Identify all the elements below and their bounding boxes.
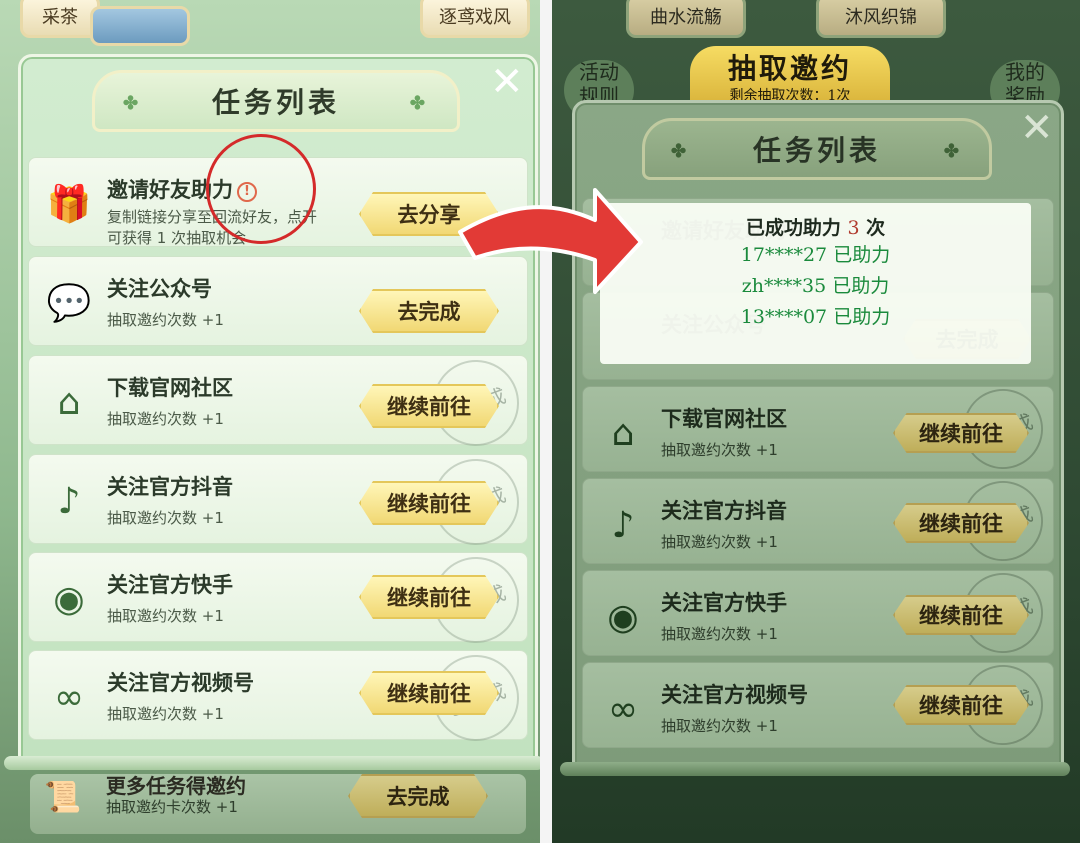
clover-icon: ✤ bbox=[409, 93, 429, 114]
header-card-label: 逐鸢戏风 bbox=[439, 7, 511, 28]
task-title: 关注官方抖音 bbox=[661, 499, 787, 523]
highlight-circle bbox=[206, 134, 316, 244]
task-desc: 抽取邀约次数 +1 bbox=[107, 311, 224, 329]
task-row: ◉ 关注官方快手 抽取邀约次数 +1 已完成 继续前往 bbox=[582, 561, 1055, 665]
popup-count: 3 bbox=[847, 217, 860, 239]
task-desc: 抽取邀约次数 +1 bbox=[661, 441, 778, 459]
header-card[interactable]: 逐鸢戏风 bbox=[420, 0, 530, 38]
header-card-label: 沐风织锦 bbox=[845, 7, 917, 28]
task-row: ∞ 关注官方视频号 抽取邀约次数 +1 已完成 继续前往 bbox=[28, 642, 532, 754]
task-row: ♪ 关注官方抖音 抽取邀约次数 +1 已完成 继续前往 bbox=[582, 469, 1055, 573]
task-title: 关注公众号 bbox=[107, 277, 212, 301]
task-desc: 抽取邀约次数 +1 bbox=[107, 509, 224, 527]
header-card-label: 采茶 bbox=[42, 7, 78, 28]
scroll-icon: 📜 bbox=[44, 780, 82, 815]
continue-button[interactable]: 继续前往 bbox=[359, 384, 499, 428]
task-desc: 抽取邀约次数 +1 bbox=[107, 705, 224, 723]
draw-title: 抽取邀约 bbox=[727, 52, 852, 85]
panel-bottom-rail bbox=[560, 762, 1070, 776]
video-channel-icon: ∞ bbox=[608, 688, 638, 730]
kuaishou-icon: ◉ bbox=[53, 578, 85, 620]
header-card[interactable]: 沐风织锦 bbox=[816, 0, 946, 38]
helper-entry: zh****35 已助力 bbox=[741, 275, 890, 297]
clover-icon: ✤ bbox=[943, 141, 963, 162]
helper-entry: 13****07 已助力 bbox=[740, 306, 891, 328]
home-icon: ⌂ bbox=[57, 381, 81, 423]
task-title: 下载官网社区 bbox=[661, 407, 787, 431]
panel-bottom-rail bbox=[4, 756, 540, 770]
continue-button[interactable]: 继续前往 bbox=[893, 503, 1029, 543]
task-row: 💬 关注公众号 抽取邀约次数 +1 去完成 bbox=[28, 256, 528, 346]
continue-button[interactable]: 继续前往 bbox=[359, 575, 499, 619]
left-screenshot: 采茶 逐鸢戏风 ✤ 任务列表 ✤ ✕ 🎁 邀请好友助力! 复制链接分享至回流好友… bbox=[0, 0, 540, 843]
task-title: 关注官方快手 bbox=[107, 573, 233, 597]
task-desc: 抽取邀约次数 +1 bbox=[661, 533, 778, 551]
clover-icon: ✤ bbox=[123, 93, 143, 114]
panel-title: 任务列表 bbox=[752, 134, 881, 167]
task-desc: 抽取邀约次数 +1 bbox=[661, 625, 778, 643]
task-row: ◉ 关注官方快手 抽取邀约次数 +1 已完成 继续前往 bbox=[28, 544, 532, 656]
panel-title-tab: ✤ 任务列表 ✤ bbox=[92, 70, 460, 132]
continue-button[interactable]: 继续前往 bbox=[893, 413, 1029, 453]
header-card[interactable]: 采茶 bbox=[20, 0, 100, 38]
complete-button[interactable]: 去完成 bbox=[348, 774, 488, 818]
panel-title-tab: ✤ 任务列表 ✤ bbox=[642, 118, 992, 180]
task-title: 下载官网社区 bbox=[107, 376, 233, 400]
task-title: 关注官方抖音 bbox=[107, 475, 233, 499]
help-success-popup: 已成功助力 3 次 17****27 已助力 zh****35 已助力 13**… bbox=[600, 203, 1031, 364]
continue-button[interactable]: 继续前往 bbox=[359, 671, 499, 715]
task-desc: 抽取邀约次数 +1 bbox=[661, 717, 778, 735]
bottom-task-row: 📜 更多任务得邀约 抽取邀约卡次数 +1 去完成 bbox=[30, 774, 526, 834]
task-row: ∞ 关注官方视频号 抽取邀约次数 +1 已完成 继续前往 bbox=[582, 653, 1055, 757]
home-icon: ⌂ bbox=[611, 412, 635, 454]
header-card-image[interactable] bbox=[90, 6, 190, 46]
task-row: ⌂ 下载官网社区 抽取邀约次数 +1 已完成 继续前往 bbox=[28, 347, 532, 459]
task-title: 关注官方视频号 bbox=[661, 683, 808, 707]
wechat-icon: 💬 bbox=[46, 283, 92, 324]
task-desc: 抽取邀约次数 +1 bbox=[107, 410, 224, 428]
video-channel-icon: ∞ bbox=[54, 676, 84, 718]
popup-title-suffix: 次 bbox=[866, 217, 886, 239]
kuaishou-icon: ◉ bbox=[607, 596, 639, 638]
arrow-icon bbox=[458, 188, 643, 294]
continue-button[interactable]: 继续前往 bbox=[893, 595, 1029, 635]
task-desc: 抽取邀约次数 +1 bbox=[107, 607, 224, 625]
popup-title-prefix: 已成功助力 bbox=[745, 217, 841, 239]
tiktok-icon: ♪ bbox=[57, 480, 81, 522]
bottom-task-title: 更多任务得邀约 bbox=[106, 774, 246, 798]
close-icon[interactable]: ✕ bbox=[1020, 108, 1054, 148]
panel-title: 任务列表 bbox=[211, 86, 340, 119]
task-row: ⌂ 下载官网社区 抽取邀约次数 +1 已完成 继续前往 bbox=[582, 377, 1055, 481]
clover-icon: ✤ bbox=[671, 141, 691, 162]
popup-title: 已成功助力 3 次 bbox=[600, 213, 1031, 240]
helper-entry: 17****27 已助力 bbox=[740, 244, 891, 266]
close-icon[interactable]: ✕ bbox=[490, 62, 524, 102]
continue-button[interactable]: 继续前往 bbox=[893, 685, 1029, 725]
divider bbox=[540, 0, 552, 843]
header-card[interactable]: 曲水流觞 bbox=[626, 0, 746, 38]
draw-banner[interactable]: 抽取邀约 剩余抽取次数：1次 bbox=[690, 46, 890, 106]
bottom-task-desc: 抽取邀约卡次数 +1 bbox=[106, 798, 238, 816]
gift-icon: 🎁 bbox=[46, 184, 92, 225]
continue-button[interactable]: 继续前往 bbox=[359, 481, 499, 525]
task-row: ♪ 关注官方抖音 抽取邀约次数 +1 已完成 继续前往 bbox=[28, 446, 532, 558]
task-title: 关注官方视频号 bbox=[107, 671, 254, 695]
task-title: 关注官方快手 bbox=[661, 591, 787, 615]
tiktok-icon: ♪ bbox=[611, 504, 635, 546]
header-card-label: 曲水流觞 bbox=[650, 7, 722, 28]
